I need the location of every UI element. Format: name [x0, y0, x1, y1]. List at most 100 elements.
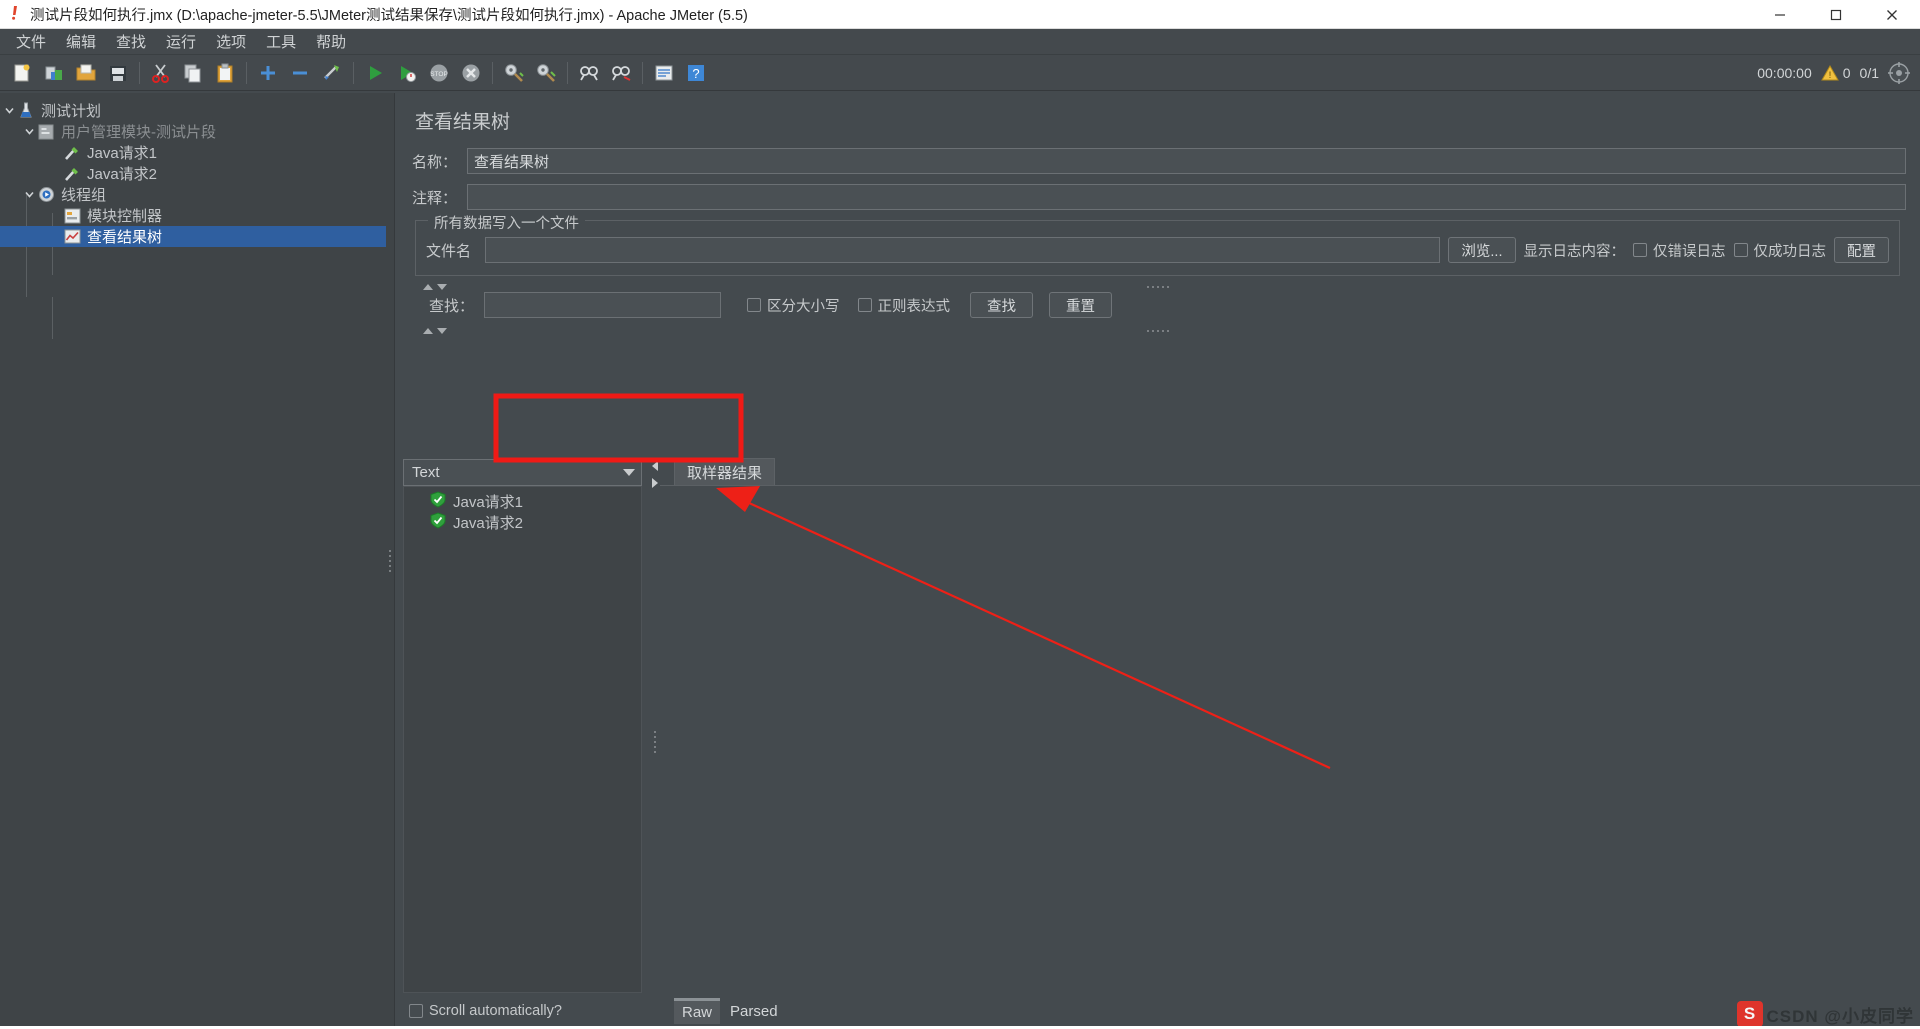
close-button[interactable]: [1864, 0, 1920, 29]
elapsed-time: 00:00:00: [1757, 65, 1812, 81]
scroll-automatically-row: Scroll automatically?: [395, 993, 650, 1029]
toggle-icon[interactable]: [317, 58, 347, 88]
thread-count: 0/1: [1860, 65, 1879, 81]
new-icon[interactable]: [7, 58, 37, 88]
tree-node-thread-group[interactable]: 线程组: [0, 184, 386, 205]
panel-content: 查看结果树 名称： 注释： 所有数据写入一个文件 文件名 浏览...: [395, 93, 1920, 336]
checkbox-box[interactable]: [1734, 243, 1748, 257]
chevron-down-icon[interactable]: [623, 469, 635, 476]
menu-run[interactable]: 运行: [156, 28, 206, 55]
splitter-arrows[interactable]: [423, 284, 447, 290]
success-shield-icon: [430, 491, 446, 512]
checkbox-box[interactable]: [858, 298, 872, 312]
log-display-label: 显示日志内容：: [1524, 240, 1626, 261]
splitter-grip: [1147, 286, 1169, 288]
function-helper-icon[interactable]: [649, 58, 679, 88]
checkbox-box[interactable]: [409, 1004, 423, 1018]
watermark: S CSDN @小皮同学: [1737, 1001, 1914, 1027]
collapse-all-icon[interactable]: [285, 58, 315, 88]
menu-search[interactable]: 查找: [106, 28, 156, 55]
svg-text:?: ?: [692, 66, 699, 81]
splitter-arrows[interactable]: [423, 328, 447, 334]
warning-indicator[interactable]: ! 0: [1821, 64, 1851, 82]
clear-icon[interactable]: [499, 58, 529, 88]
menu-options[interactable]: 选项: [206, 28, 256, 55]
tree-spacer: [48, 146, 62, 160]
tree-node-module-controller[interactable]: 模块控制器: [0, 205, 386, 226]
errors-only-checkbox[interactable]: 仅错误日志: [1633, 240, 1726, 261]
scroll-automatically-label: Scroll automatically?: [429, 1003, 562, 1019]
chevron-down-icon[interactable]: [22, 188, 36, 202]
case-sensitive-checkbox[interactable]: 区分大小写: [747, 295, 840, 316]
comment-label: 注释：: [409, 187, 467, 208]
chevron-down-icon[interactable]: [2, 104, 16, 118]
result-item[interactable]: Java请求2: [404, 512, 641, 533]
configure-button[interactable]: 配置: [1834, 237, 1889, 263]
help-icon[interactable]: ?: [681, 58, 711, 88]
tab-parsed[interactable]: Parsed: [722, 1000, 786, 1023]
result-items-tree[interactable]: Java请求1 Java请求2: [403, 486, 642, 993]
clear-all-icon[interactable]: [531, 58, 561, 88]
tree-node-test-fragment[interactable]: 用户管理模块-测试片段: [0, 121, 386, 142]
chevron-down-icon[interactable]: [22, 125, 36, 139]
results-splitter[interactable]: [409, 326, 1906, 336]
cut-icon[interactable]: [146, 58, 176, 88]
expand-all-icon[interactable]: [253, 58, 283, 88]
name-input[interactable]: [467, 148, 1906, 174]
results-inner-splitter[interactable]: [650, 455, 660, 1029]
start-icon[interactable]: [360, 58, 390, 88]
thread-status-icon: [1888, 62, 1910, 84]
raw-parsed-tabstrip: Raw Parsed: [660, 993, 1920, 1029]
tree-node-test-plan[interactable]: 测试计划: [0, 100, 386, 121]
tree-node-java-request-2[interactable]: Java请求2: [0, 163, 386, 184]
view-results-tree-panel: 查看结果树 名称： 注释： 所有数据写入一个文件 文件名 浏览...: [394, 93, 1920, 1029]
checkbox-box[interactable]: [1633, 243, 1647, 257]
minimize-button[interactable]: [1752, 0, 1808, 29]
maximize-button[interactable]: [1808, 0, 1864, 29]
renderer-select[interactable]: Text: [403, 459, 642, 486]
module-controller-icon: [62, 207, 82, 225]
checkbox-box[interactable]: [747, 298, 761, 312]
menu-help[interactable]: 帮助: [306, 28, 356, 55]
filename-input[interactable]: [485, 237, 1440, 263]
menu-tools[interactable]: 工具: [256, 28, 306, 55]
shutdown-icon[interactable]: [456, 58, 486, 88]
tab-sampler-result[interactable]: 取样器结果: [674, 458, 775, 485]
open-icon[interactable]: [71, 58, 101, 88]
search-icon[interactable]: [574, 58, 604, 88]
browse-button[interactable]: 浏览...: [1448, 237, 1515, 263]
search-button[interactable]: 查找: [970, 292, 1033, 318]
search-splitter[interactable]: [409, 282, 1906, 292]
tree-spacer: [48, 167, 62, 181]
search-reset-icon[interactable]: [606, 58, 636, 88]
regex-checkbox[interactable]: 正则表达式: [858, 295, 951, 316]
menu-file[interactable]: 文件: [6, 28, 56, 55]
name-row: 名称：: [409, 148, 1906, 174]
start-no-pauses-icon[interactable]: [392, 58, 422, 88]
tree-node-view-results-tree[interactable]: 查看结果树: [0, 226, 386, 247]
result-item[interactable]: Java请求1: [404, 491, 641, 512]
app-logo-icon: [0, 5, 30, 23]
stop-icon[interactable]: STOP: [424, 58, 454, 88]
comment-input[interactable]: [467, 184, 1906, 210]
results-right-pane: 取样器结果 Raw Parsed: [660, 455, 1920, 1029]
successes-only-checkbox[interactable]: 仅成功日志: [1734, 240, 1827, 261]
reset-button[interactable]: 重置: [1049, 292, 1112, 318]
menu-edit[interactable]: 编辑: [56, 28, 106, 55]
scroll-automatically-checkbox[interactable]: Scroll automatically?: [409, 1003, 562, 1019]
main-vertical-splitter[interactable]: [386, 93, 394, 1029]
templates-icon[interactable]: [39, 58, 69, 88]
toolbar-separator: [642, 62, 643, 84]
search-input[interactable]: [484, 292, 721, 318]
tree-node-java-request-1[interactable]: Java请求1: [0, 142, 386, 163]
sampler-result-body[interactable]: [660, 485, 1920, 993]
paste-icon[interactable]: [210, 58, 240, 88]
tab-raw[interactable]: Raw: [674, 998, 720, 1024]
tree-node-label: 线程组: [59, 184, 106, 205]
copy-icon[interactable]: [178, 58, 208, 88]
collapse-arrows[interactable]: [652, 461, 658, 488]
tree-guide-line: [52, 297, 53, 339]
save-icon[interactable]: [103, 58, 133, 88]
test-plan-tree[interactable]: 测试计划 用户管理模块-测试片段 Java请求1: [0, 93, 386, 1029]
results-area: Text Java请求1: [395, 455, 1920, 1029]
